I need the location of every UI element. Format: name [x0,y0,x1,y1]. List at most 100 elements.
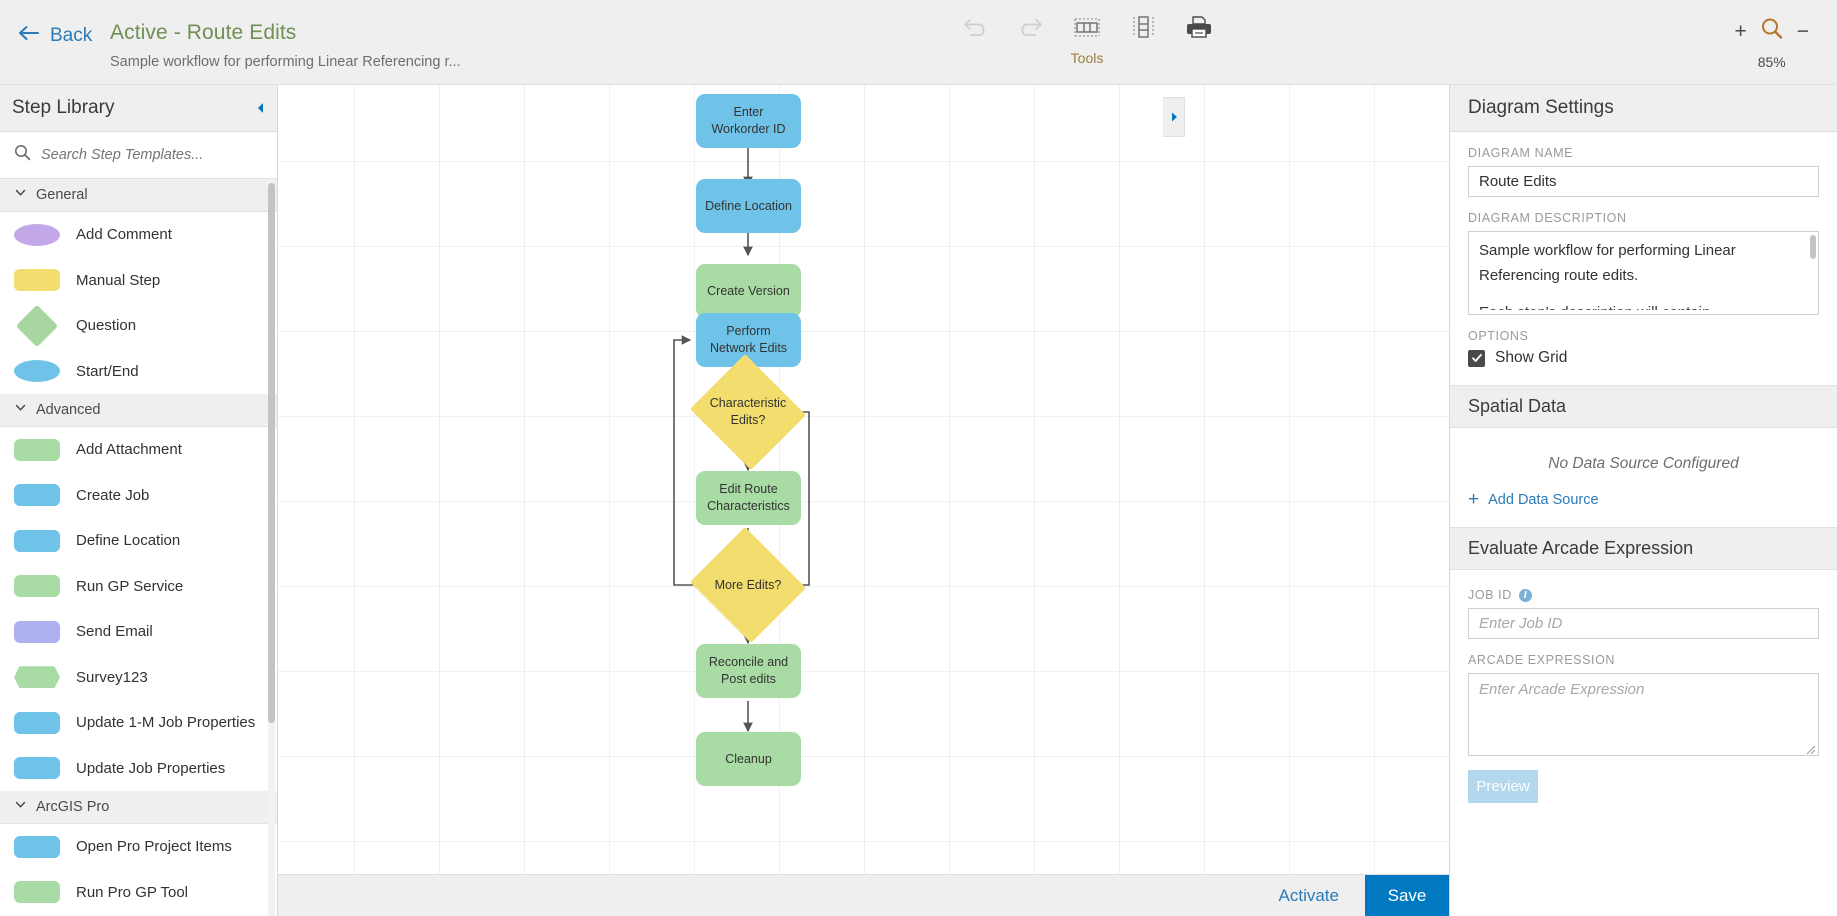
diagram-node-label: More Edits? [714,577,782,592]
page-subtitle: Sample workflow for performing Linear Re… [110,54,461,70]
step-item-send-email[interactable]: Send Email [0,609,277,655]
step-item-run-pro-gp-tool[interactable]: Run Pro GP Tool [0,869,277,915]
redo-icon[interactable] [1016,12,1046,42]
diagram-settings-body: DIAGRAM NAME DIAGRAM DESCRIPTION Sample … [1450,132,1837,367]
diagram-name-label: DIAGRAM NAME [1468,146,1574,160]
chevron-left-icon[interactable] [253,100,269,116]
step-item-define-location[interactable]: Define Location [0,518,277,564]
diagram-name-input[interactable] [1468,166,1819,197]
show-grid-checkbox[interactable] [1468,349,1485,367]
group-label: Advanced [36,402,101,418]
back-button[interactable]: Back [18,25,92,47]
step-item-run-gp-service[interactable]: Run GP Service [0,563,277,609]
diagram-canvas[interactable]: Enter Workorder ID Define Location Create… [278,85,1449,875]
description-line-3: Each step's description will contain [1479,303,1711,315]
diagram-settings-header: Diagram Settings [1450,85,1837,132]
job-id-label: JOB ID [1468,588,1512,602]
run-gp-service-shape-icon [14,575,60,598]
tools-group: Tools [960,12,1214,66]
footer-action-bar: Activate Save [278,874,1449,916]
chevron-right-icon[interactable] [1163,97,1185,137]
info-icon[interactable]: i [1518,588,1532,602]
diagram-node-label: Characteristic Edits? [709,396,787,427]
description-line-1: Sample workflow for performing Linear [1479,242,1736,259]
back-button-label: Back [50,25,93,46]
search-step-templates-row [0,132,277,179]
step-item-survey123[interactable]: Survey123 [0,654,277,700]
step-item-label: Define Location [76,532,181,550]
group-label: ArcGIS Pro [36,799,110,815]
job-id-label-row: JOB ID i [1468,588,1819,602]
define-location-shape-icon [14,529,60,552]
step-item-question[interactable]: Question [0,303,277,349]
step-item-start-end[interactable]: Start/End [0,348,277,394]
step-item-add-attachment[interactable]: Add Attachment [0,427,277,473]
question-shape-icon [15,304,59,347]
step-item-update-1m-job-properties[interactable]: Update 1-M Job Properties [0,700,277,746]
show-grid-option-row[interactable]: Show Grid [1468,349,1819,367]
group-header-arcgis-pro[interactable]: ArcGIS Pro [0,791,277,824]
arcade-expression-label: ARCADE EXPRESSION [1468,653,1616,667]
step-item-manual-step[interactable]: Manual Step [0,257,277,303]
diagram-description-textarea[interactable]: Sample workflow for performing Linear Re… [1468,231,1819,315]
arcade-expression-placeholder: Enter Arcade Expression [1479,681,1645,698]
step-item-label: Update Job Properties [76,759,226,777]
tools-icon-row [960,12,1214,42]
diagram-connectors [673,148,810,733]
group-header-advanced[interactable]: Advanced [0,394,277,427]
diagram-node-characteristic-edits[interactable]: Characteristic Edits? [687,354,809,470]
add-data-source-button[interactable]: + Add Data Source [1450,473,1837,527]
diagram-node-label: Edit Route Characteristics [707,482,790,513]
diagram-node-edit-route-characteristics[interactable]: Edit Route Characteristics [696,471,801,525]
sidebar-scrollbar-thumb[interactable] [268,183,275,723]
diagram-node-cleanup[interactable]: Cleanup [696,732,801,786]
update-1m-job-properties-shape-icon [14,711,60,734]
distribute-vertical-icon[interactable] [1128,12,1158,42]
resize-grip-icon[interactable] [1805,742,1816,755]
step-templates-list: General Add Comment Manual Step Question… [0,179,277,916]
diagram-node-label: Perform Network Edits [709,324,788,355]
page-title: Active - Route Edits [110,21,297,44]
step-item-create-job[interactable]: Create Job [0,472,277,518]
spatial-data-section-header: Spatial Data [1450,385,1837,428]
save-button[interactable]: Save [1365,875,1449,916]
add-data-source-label: Add Data Source [1488,491,1599,508]
tools-label: Tools [1070,50,1104,66]
preview-button[interactable]: Preview [1468,770,1538,803]
print-icon[interactable] [1184,12,1214,42]
step-item-label: Update 1-M Job Properties [76,714,256,732]
run-pro-gp-tool-shape-icon [14,881,60,904]
open-pro-project-items-shape-icon [14,835,60,858]
diagram-node-enter-workorder-id[interactable]: Enter Workorder ID [696,94,801,148]
step-item-add-comment[interactable]: Add Comment [0,212,277,258]
chevron-down-icon [14,186,27,204]
no-data-source-text: No Data Source Configured [1548,455,1739,472]
diagram-node-create-version[interactable]: Create Version [696,264,801,318]
update-job-properties-shape-icon [14,757,60,780]
diagram-node-more-edits[interactable]: More Edits? [687,527,809,643]
zoom-out-button[interactable]: − [1797,21,1809,42]
step-item-open-pro-project-items[interactable]: Open Pro Project Items [0,824,277,870]
step-item-update-job-properties[interactable]: Update Job Properties [0,745,277,791]
manual-step-shape-icon [14,269,60,292]
activate-button[interactable]: Activate [1253,875,1365,916]
diagram-node-define-location[interactable]: Define Location [696,179,801,233]
search-input[interactable] [41,147,263,163]
group-header-general[interactable]: General [0,179,277,212]
arcade-body: JOB ID i ARCADE EXPRESSION Enter Arcade … [1450,570,1837,803]
zoom-in-button[interactable]: + [1734,21,1746,42]
step-library-sidebar: Step Library Search Step Templates... Ge… [0,85,278,916]
diagram-node-label: Create Version [707,283,790,298]
magnifier-icon[interactable] [1759,16,1785,47]
title-block: Active - Route Edits Sample workflow for… [110,21,461,70]
undo-icon[interactable] [960,12,990,42]
diagram-node-reconcile-and-post-edits[interactable]: Reconcile and Post edits [696,644,801,698]
arcade-expression-textarea[interactable]: Enter Arcade Expression [1468,673,1819,756]
create-job-shape-icon [14,484,60,507]
workflow-diagram-editor: Back Active - Route Edits Sample workflo… [0,0,1837,916]
diagram-canvas-container[interactable]: Enter Workorder ID Define Location Create… [278,85,1449,916]
zoom-level-label: 85% [1757,54,1786,70]
distribute-horizontal-icon[interactable] [1072,12,1102,42]
description-scrollbar-thumb[interactable] [1810,235,1816,259]
job-id-input[interactable] [1468,608,1819,639]
